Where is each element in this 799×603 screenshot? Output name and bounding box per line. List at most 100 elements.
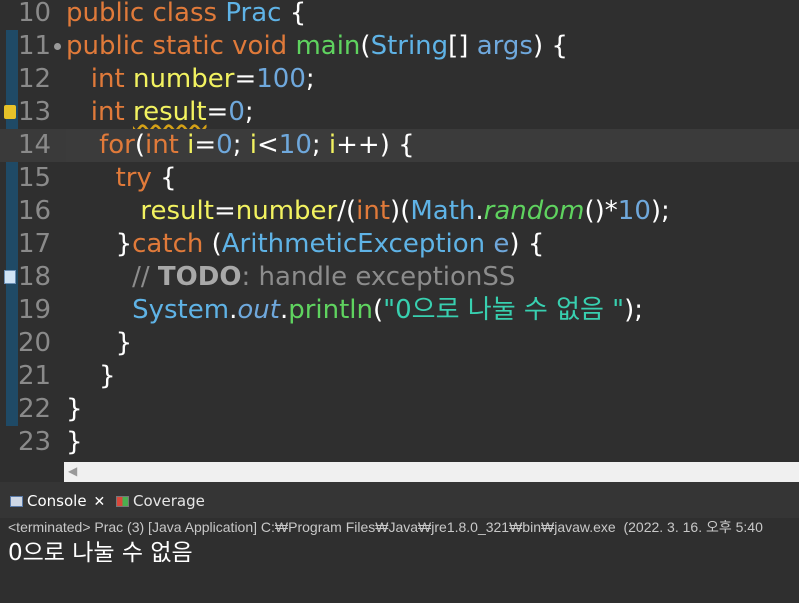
code-token: int <box>356 196 391 226</box>
code-text[interactable]: for(int i=0; i<10; i++) { <box>66 129 415 162</box>
code-token: e <box>493 229 510 259</box>
horizontal-scrollbar[interactable]: ◀ <box>64 462 799 482</box>
code-token: ArithmeticException <box>221 229 486 259</box>
code-line[interactable]: 16 result=number/(int)(Math.random()*10)… <box>0 195 799 228</box>
panel-tabbar: Console ✕ Coverage <box>0 482 799 518</box>
code-token: result <box>140 196 214 226</box>
line-number: 17 <box>18 229 52 259</box>
task-icon[interactable] <box>4 270 16 284</box>
line-number: 12 <box>18 64 52 94</box>
code-token: println <box>288 295 374 325</box>
code-token: TODO <box>157 262 242 292</box>
code-line[interactable]: 15 try { <box>0 162 799 195</box>
code-token: // <box>66 262 158 292</box>
close-icon[interactable]: ✕ <box>94 494 106 510</box>
code-token: } <box>66 229 133 259</box>
code-line[interactable]: 12 int number=100; <box>0 63 799 96</box>
code-token: ); <box>624 295 644 325</box>
code-token: 0 <box>216 130 233 160</box>
scroll-left-icon[interactable]: ◀ <box>68 464 77 478</box>
code-token: 0 <box>228 97 245 127</box>
code-token: . <box>475 196 484 226</box>
code-line[interactable]: 22} <box>0 393 799 426</box>
line-number: 23 <box>18 427 52 457</box>
code-text[interactable]: int number=100; <box>66 63 315 96</box>
code-token: Prac <box>225 0 282 28</box>
line-number: 11 <box>18 31 52 61</box>
code-line[interactable]: 17 }catch (ArithmeticException e) { <box>0 228 799 261</box>
code-token: ) { <box>509 229 545 259</box>
code-text[interactable]: int result=0; <box>66 96 254 129</box>
code-token: out <box>237 295 280 325</box>
code-token: ++) { <box>336 130 415 160</box>
line-number: 19 <box>18 295 52 325</box>
warning-icon[interactable] <box>4 105 16 119</box>
code-token: ( <box>134 130 145 160</box>
code-token: /( <box>337 196 357 226</box>
code-text[interactable]: // TODO: handle exceptionSS <box>66 261 515 294</box>
code-token: "0으로 나눌 수 없음 " <box>383 295 625 325</box>
code-token: = <box>194 130 217 160</box>
code-line[interactable]: 10 public class Prac { <box>0 0 799 30</box>
code-text[interactable]: }catch (ArithmeticException e) { <box>66 228 545 261</box>
code-text[interactable]: } <box>66 327 133 360</box>
code-token: Math <box>410 196 476 226</box>
code-line[interactable]: 14 for(int i=0; i<10; i++) { <box>0 129 799 162</box>
line-number: 14 <box>18 130 52 160</box>
console-icon <box>10 496 23 507</box>
code-editor[interactable]: 10 public class Prac {11 public static voi… <box>0 0 799 462</box>
code-token: ( <box>373 295 384 325</box>
code-token: { <box>281 0 307 28</box>
code-text[interactable]: System.out.println("0으로 나눌 수 없음 "); <box>66 294 643 327</box>
code-token: random <box>483 196 585 226</box>
code-token: System <box>132 295 230 325</box>
code-text[interactable]: public class Prac { <box>66 0 306 30</box>
code-token: number <box>235 196 338 226</box>
line-number: 15 <box>18 163 52 193</box>
code-token: public static void <box>66 31 296 61</box>
code-text[interactable]: } <box>66 426 83 459</box>
code-token: ; <box>232 130 250 160</box>
line-number: 13 <box>18 97 52 127</box>
line-number: 21 <box>18 361 52 391</box>
code-line[interactable]: 21 } <box>0 360 799 393</box>
tab-coverage-label: Coverage <box>133 492 205 510</box>
code-token: = <box>213 196 236 226</box>
code-text[interactable]: result=number/(int)(Math.random()*10); <box>66 195 669 228</box>
code-token: ( <box>360 31 371 61</box>
code-text[interactable]: } <box>66 360 116 393</box>
code-token: ()* <box>584 196 618 226</box>
code-line[interactable]: 11 public static void main(String[] args)… <box>0 30 799 63</box>
code-token: < <box>256 130 279 160</box>
console-output[interactable]: 0으로 나눌 수 없음 <box>8 538 193 568</box>
code-line[interactable]: 18 // TODO: handle exceptionSS <box>0 261 799 294</box>
code-token: ) { <box>532 31 568 61</box>
line-number: 10 <box>18 0 52 28</box>
tab-coverage[interactable]: Coverage <box>116 488 205 514</box>
code-token: ; <box>305 64 315 94</box>
tab-console[interactable]: Console ✕ <box>10 488 105 514</box>
code-token: ; <box>311 130 329 160</box>
code-token: = <box>206 97 229 127</box>
code-token: } <box>66 394 83 424</box>
code-token: ; <box>244 97 254 127</box>
code-token: number <box>132 64 235 94</box>
console-status: <terminated> Prac (3) [Java Application]… <box>8 519 763 535</box>
line-number: 18 <box>18 262 52 292</box>
code-token: ( <box>203 229 222 259</box>
line-number: 22 <box>18 394 52 424</box>
line-number: 16 <box>18 196 52 226</box>
code-line[interactable]: 13 int result=0; <box>0 96 799 129</box>
code-text[interactable]: try { <box>66 162 177 195</box>
code-token: . <box>279 295 289 325</box>
code-text[interactable]: public static void main(String[] args) { <box>66 30 568 63</box>
code-line[interactable]: 23} <box>0 426 799 459</box>
code-line[interactable]: 19 System.out.println("0으로 나눌 수 없음 "); <box>0 294 799 327</box>
code-line[interactable]: 20 } <box>0 327 799 360</box>
code-token: public class <box>66 0 226 28</box>
code-token: String <box>370 31 449 61</box>
tab-console-label: Console <box>27 492 87 510</box>
code-text[interactable]: } <box>66 393 83 426</box>
